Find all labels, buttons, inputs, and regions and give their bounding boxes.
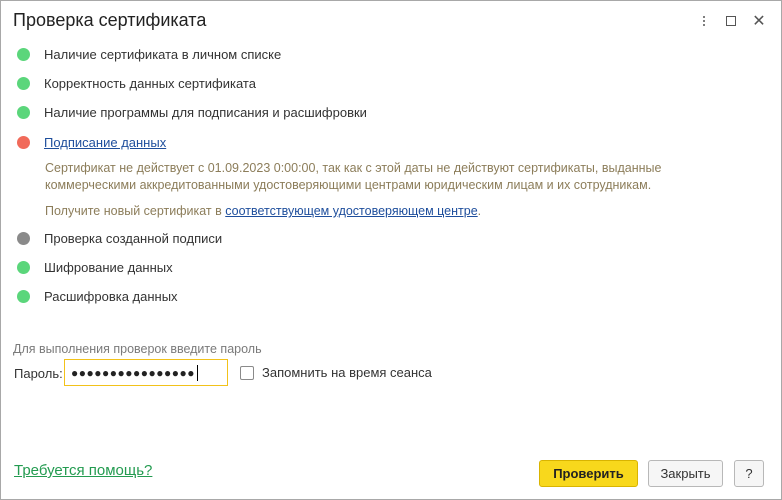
certification-center-link[interactable]: соответствующем удостоверяющем центре [225,204,477,218]
help-button[interactable]: ? [734,460,764,487]
text-caret [196,364,198,381]
status-pending-icon [17,231,30,245]
more-actions-icon[interactable] [694,11,714,31]
status-ok-icon [17,76,30,90]
remember-for-session[interactable]: Запомнить на время сеанса [240,365,432,380]
remember-checkbox[interactable] [240,365,254,380]
check-label: Наличие сертификата в личном списке [44,46,282,62]
status-ok-icon [17,105,30,119]
hint-prefix: Получите новый сертификат в [45,204,226,218]
help-needed-link[interactable]: Требуется помощь? [14,462,152,479]
check-label: Наличие программы для подписания и расши… [44,104,367,120]
error-line-1: Сертификат не действует с 01.09.2023 0:0… [45,161,662,175]
window-title: Проверка сертификата [13,10,207,30]
certificate-check-window: Проверка сертификата ✕ Наличие сертифика… [0,0,782,500]
maximize-icon[interactable] [721,11,741,31]
remember-label: Запомнить на время сеанса [262,365,432,380]
hint-suffix: . [477,204,482,218]
check-label: Проверка созданной подписи [44,230,223,246]
status-ok-icon [17,289,30,303]
error-line-2: коммерческими аккредитованными удостовер… [45,177,652,192]
check-label: Расшифровка данных [44,288,178,304]
status-ok-icon [17,47,30,61]
check-item-encryption: Шифрование данных [17,258,173,276]
data-signing-link[interactable]: Подписание данных [44,135,166,150]
password-caption: Для выполнения проверок введите пароль [13,342,262,356]
password-masked-value: ●●●●●●●●●●●●●●●● [71,365,195,380]
close-button[interactable]: Закрыть [648,460,723,487]
signing-error-message: Сертификат не действует с 01.09.2023 0:0… [45,160,745,193]
check-item-data-signing: Подписание данных [17,133,166,151]
check-item-decryption: Расшифровка данных [17,287,178,305]
check-button[interactable]: Проверить [539,460,638,487]
status-ok-icon [17,260,30,274]
check-item-signature-verification: Проверка созданной подписи [17,229,222,247]
check-item-personal-list: Наличие сертификата в личном списке [17,45,281,63]
new-certificate-hint: Получите новый сертификат в соответствую… [45,204,481,218]
check-label: Шифрование данных [44,259,173,275]
status-error-icon [17,135,30,149]
close-icon[interactable]: ✕ [749,11,769,31]
check-label: Корректность данных сертификата [44,75,256,91]
password-label: Пароль: [14,366,63,381]
password-input[interactable]: ●●●●●●●●●●●●●●●● [64,359,228,386]
check-item-data-correctness: Корректность данных сертификата [17,74,256,92]
check-item-program-presence: Наличие программы для подписания и расши… [17,103,367,121]
